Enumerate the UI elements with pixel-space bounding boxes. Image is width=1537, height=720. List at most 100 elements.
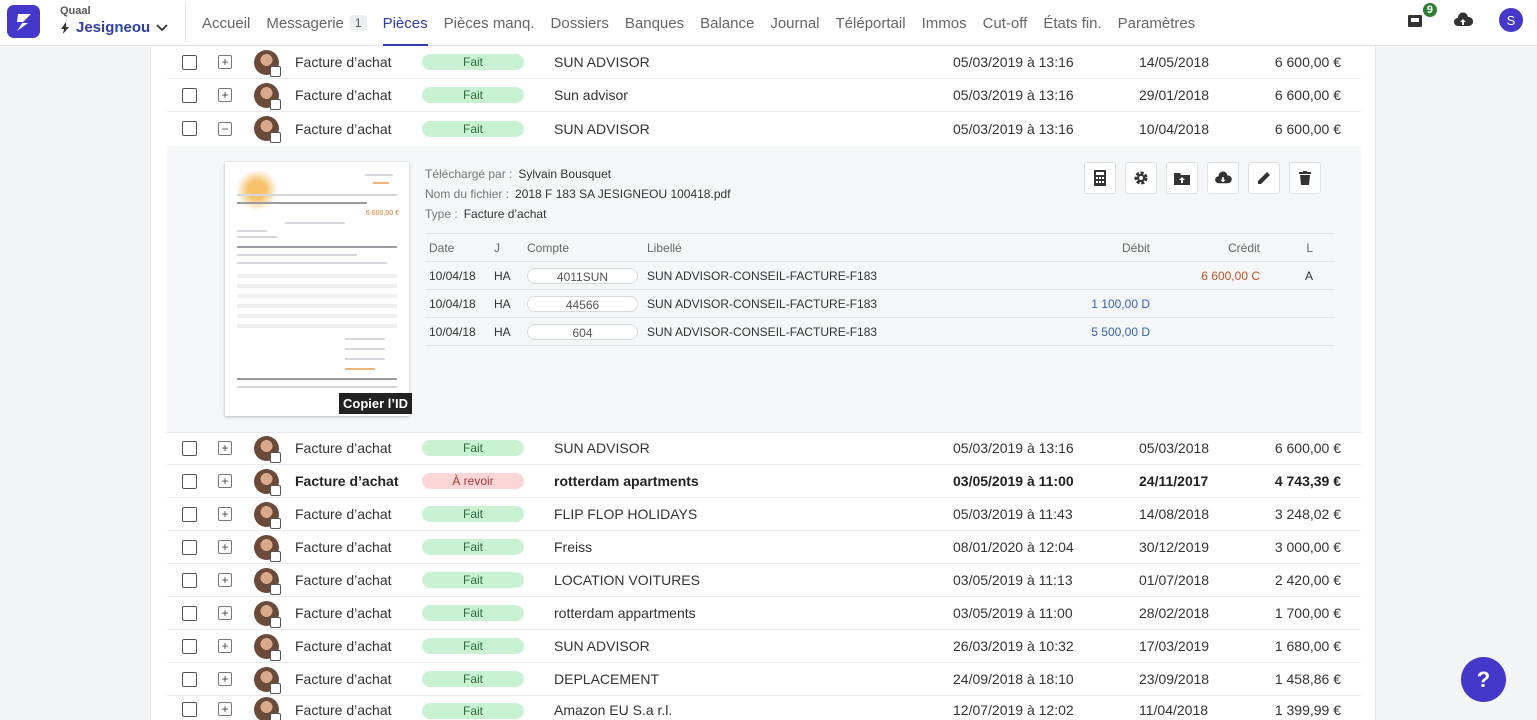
expand-button[interactable]: + <box>218 639 232 653</box>
row-checkbox[interactable] <box>182 572 197 588</box>
user-avatar[interactable]: S <box>1499 8 1523 32</box>
nav-pieces-manquantes[interactable]: Pièces manq. <box>436 0 543 46</box>
document-type: Facture d’achat <box>295 87 392 103</box>
nav-label: Pièces manq. <box>443 14 535 32</box>
entry-letter: A <box>1304 269 1313 283</box>
upload-date: 03/05/2019 à 11:13 <box>953 572 1073 588</box>
entry-row: 10/04/18 HA 604 SUN ADVISOR-CONSEIL-FACT… <box>425 318 1335 346</box>
nav-cutoff[interactable]: Cut-off <box>975 0 1036 46</box>
row-checkbox[interactable] <box>182 702 197 717</box>
expand-button[interactable]: + <box>218 88 232 102</box>
col-date: Date <box>429 241 455 255</box>
status-badge: À revoir <box>422 473 524 489</box>
account-pill[interactable]: 604 <box>527 324 638 340</box>
table-row[interactable]: + Facture d’achat Fait SUN ADVISOR 05/03… <box>167 432 1361 465</box>
row-checkbox[interactable] <box>182 121 197 136</box>
nav-parametres[interactable]: Paramètres <box>1110 0 1204 46</box>
nav-label: Pièces <box>382 14 428 32</box>
vendor-name: Amazon EU S.a r.l. <box>554 702 673 718</box>
message-count-badge: 1 <box>349 15 367 31</box>
expand-button[interactable]: + <box>218 606 232 620</box>
accounting-entries-table: Date J Compte Libellé Débit Crédit L 10/… <box>425 233 1335 346</box>
inbox-icon <box>1408 15 1422 27</box>
expand-button[interactable]: + <box>218 55 232 69</box>
nav-pieces[interactable]: Pièces <box>375 0 436 46</box>
account-pill[interactable]: 4011SUN <box>527 268 638 284</box>
row-checkbox[interactable] <box>182 605 197 621</box>
account-pill[interactable]: 44566 <box>527 296 638 312</box>
row-checkbox[interactable] <box>182 473 197 489</box>
status-badge: Fait <box>422 539 524 555</box>
entry-journal: HA <box>494 325 511 339</box>
entry-date: 10/04/18 <box>429 269 476 283</box>
expand-button[interactable]: + <box>218 474 232 488</box>
cloud-download-icon <box>1215 171 1232 184</box>
help-button[interactable]: ? <box>1461 657 1506 702</box>
expand-button[interactable]: + <box>218 672 232 686</box>
notifications-button[interactable]: 9 <box>1403 3 1437 32</box>
nav-label: Accueil <box>202 14 251 32</box>
row-checkbox[interactable] <box>182 440 197 456</box>
row-checkbox[interactable] <box>182 87 197 103</box>
collapse-button[interactable]: − <box>218 121 232 136</box>
table-row[interactable]: + Facture d’achat Fait Amazon EU S.a r.l… <box>167 696 1361 720</box>
nav-teleportail[interactable]: Téléportail <box>828 0 914 46</box>
nav-accueil[interactable]: Accueil <box>194 0 258 46</box>
table-row[interactable]: + Facture d’achat À revoir rotterdam apa… <box>167 465 1361 498</box>
chevron-down-icon <box>156 23 168 31</box>
logo-icon <box>16 13 31 31</box>
table-row[interactable]: + Facture d’achat Fait SUN ADVISOR 05/03… <box>167 46 1361 79</box>
status-badge: Fait <box>422 440 524 456</box>
document-type: Facture d’achat <box>295 440 392 456</box>
company-switcher[interactable]: Quaal Jesigneou <box>60 5 168 36</box>
expand-button[interactable]: + <box>218 441 232 455</box>
upload-button[interactable] <box>1451 8 1475 32</box>
document-type: Facture d’achat <box>295 572 392 588</box>
table-row[interactable]: + Facture d’achat Fait Sun advisor 05/03… <box>167 79 1361 112</box>
row-checkbox[interactable] <box>182 671 197 687</box>
table-row[interactable]: + Facture d’achat Fait Freiss 08/01/2020… <box>167 531 1361 564</box>
expand-button[interactable]: + <box>218 540 232 554</box>
table-row[interactable]: + Facture d’achat Fait rotterdam appartm… <box>167 597 1361 630</box>
entry-date: 10/04/18 <box>429 297 476 311</box>
move-to-folder-button[interactable] <box>1166 162 1198 194</box>
upload-date: 24/09/2018 à 18:10 <box>953 671 1074 687</box>
vendor-name: SUN ADVISOR <box>554 440 650 456</box>
row-checkbox[interactable] <box>182 54 197 70</box>
nav-dossiers[interactable]: Dossiers <box>543 0 617 46</box>
row-checkbox[interactable] <box>182 539 197 555</box>
document-type: Facture d’achat <box>295 473 399 489</box>
copy-id-button[interactable]: Copier l’ID <box>339 393 413 414</box>
delete-button[interactable] <box>1289 162 1321 194</box>
table-row[interactable]: + Facture d’achat Fait LOCATION VOITURES… <box>167 564 1361 597</box>
table-row[interactable]: + Facture d’achat Fait SUN ADVISOR 26/03… <box>167 630 1361 663</box>
expand-button[interactable]: + <box>218 702 232 716</box>
download-button[interactable] <box>1207 162 1239 194</box>
edit-button[interactable] <box>1248 162 1280 194</box>
entry-row: 10/04/18 HA 44566 SUN ADVISOR-CONSEIL-FA… <box>425 290 1335 318</box>
expand-button[interactable]: + <box>218 573 232 587</box>
upload-date: 12/07/2019 à 12:02 <box>953 702 1074 718</box>
nav-journal[interactable]: Journal <box>762 0 827 46</box>
document-date: 01/07/2018 <box>1139 572 1210 588</box>
document-preview[interactable]: 6 600,00 € <box>225 162 409 416</box>
calculator-button[interactable] <box>1084 162 1116 194</box>
row-checkbox[interactable] <box>182 506 197 522</box>
nav-messagerie[interactable]: Messagerie 1 <box>258 0 374 46</box>
avatar <box>254 697 281 720</box>
app-logo[interactable] <box>7 5 40 38</box>
document-type: Facture d’achat <box>295 120 392 137</box>
table-row[interactable]: − Facture d’achat Fait SUN ADVISOR 05/03… <box>167 112 1361 145</box>
nav-etats-fin[interactable]: États fin. <box>1035 0 1109 46</box>
table-row[interactable]: + Facture d’achat Fait DEPLACEMENT 24/09… <box>167 663 1361 696</box>
settings-button[interactable] <box>1125 162 1157 194</box>
company-name: Jesigneou <box>76 19 151 36</box>
nav-balance[interactable]: Balance <box>692 0 762 46</box>
nav-immos[interactable]: Immos <box>914 0 975 46</box>
table-row[interactable]: + Facture d’achat Fait FLIP FLOP HOLIDAY… <box>167 498 1361 531</box>
expand-button[interactable]: + <box>218 507 232 521</box>
row-checkbox[interactable] <box>182 638 197 654</box>
nav-banques[interactable]: Banques <box>617 0 692 46</box>
nav-label: Téléportail <box>835 14 906 32</box>
entry-credit: 6 600,00 C <box>1201 269 1260 283</box>
